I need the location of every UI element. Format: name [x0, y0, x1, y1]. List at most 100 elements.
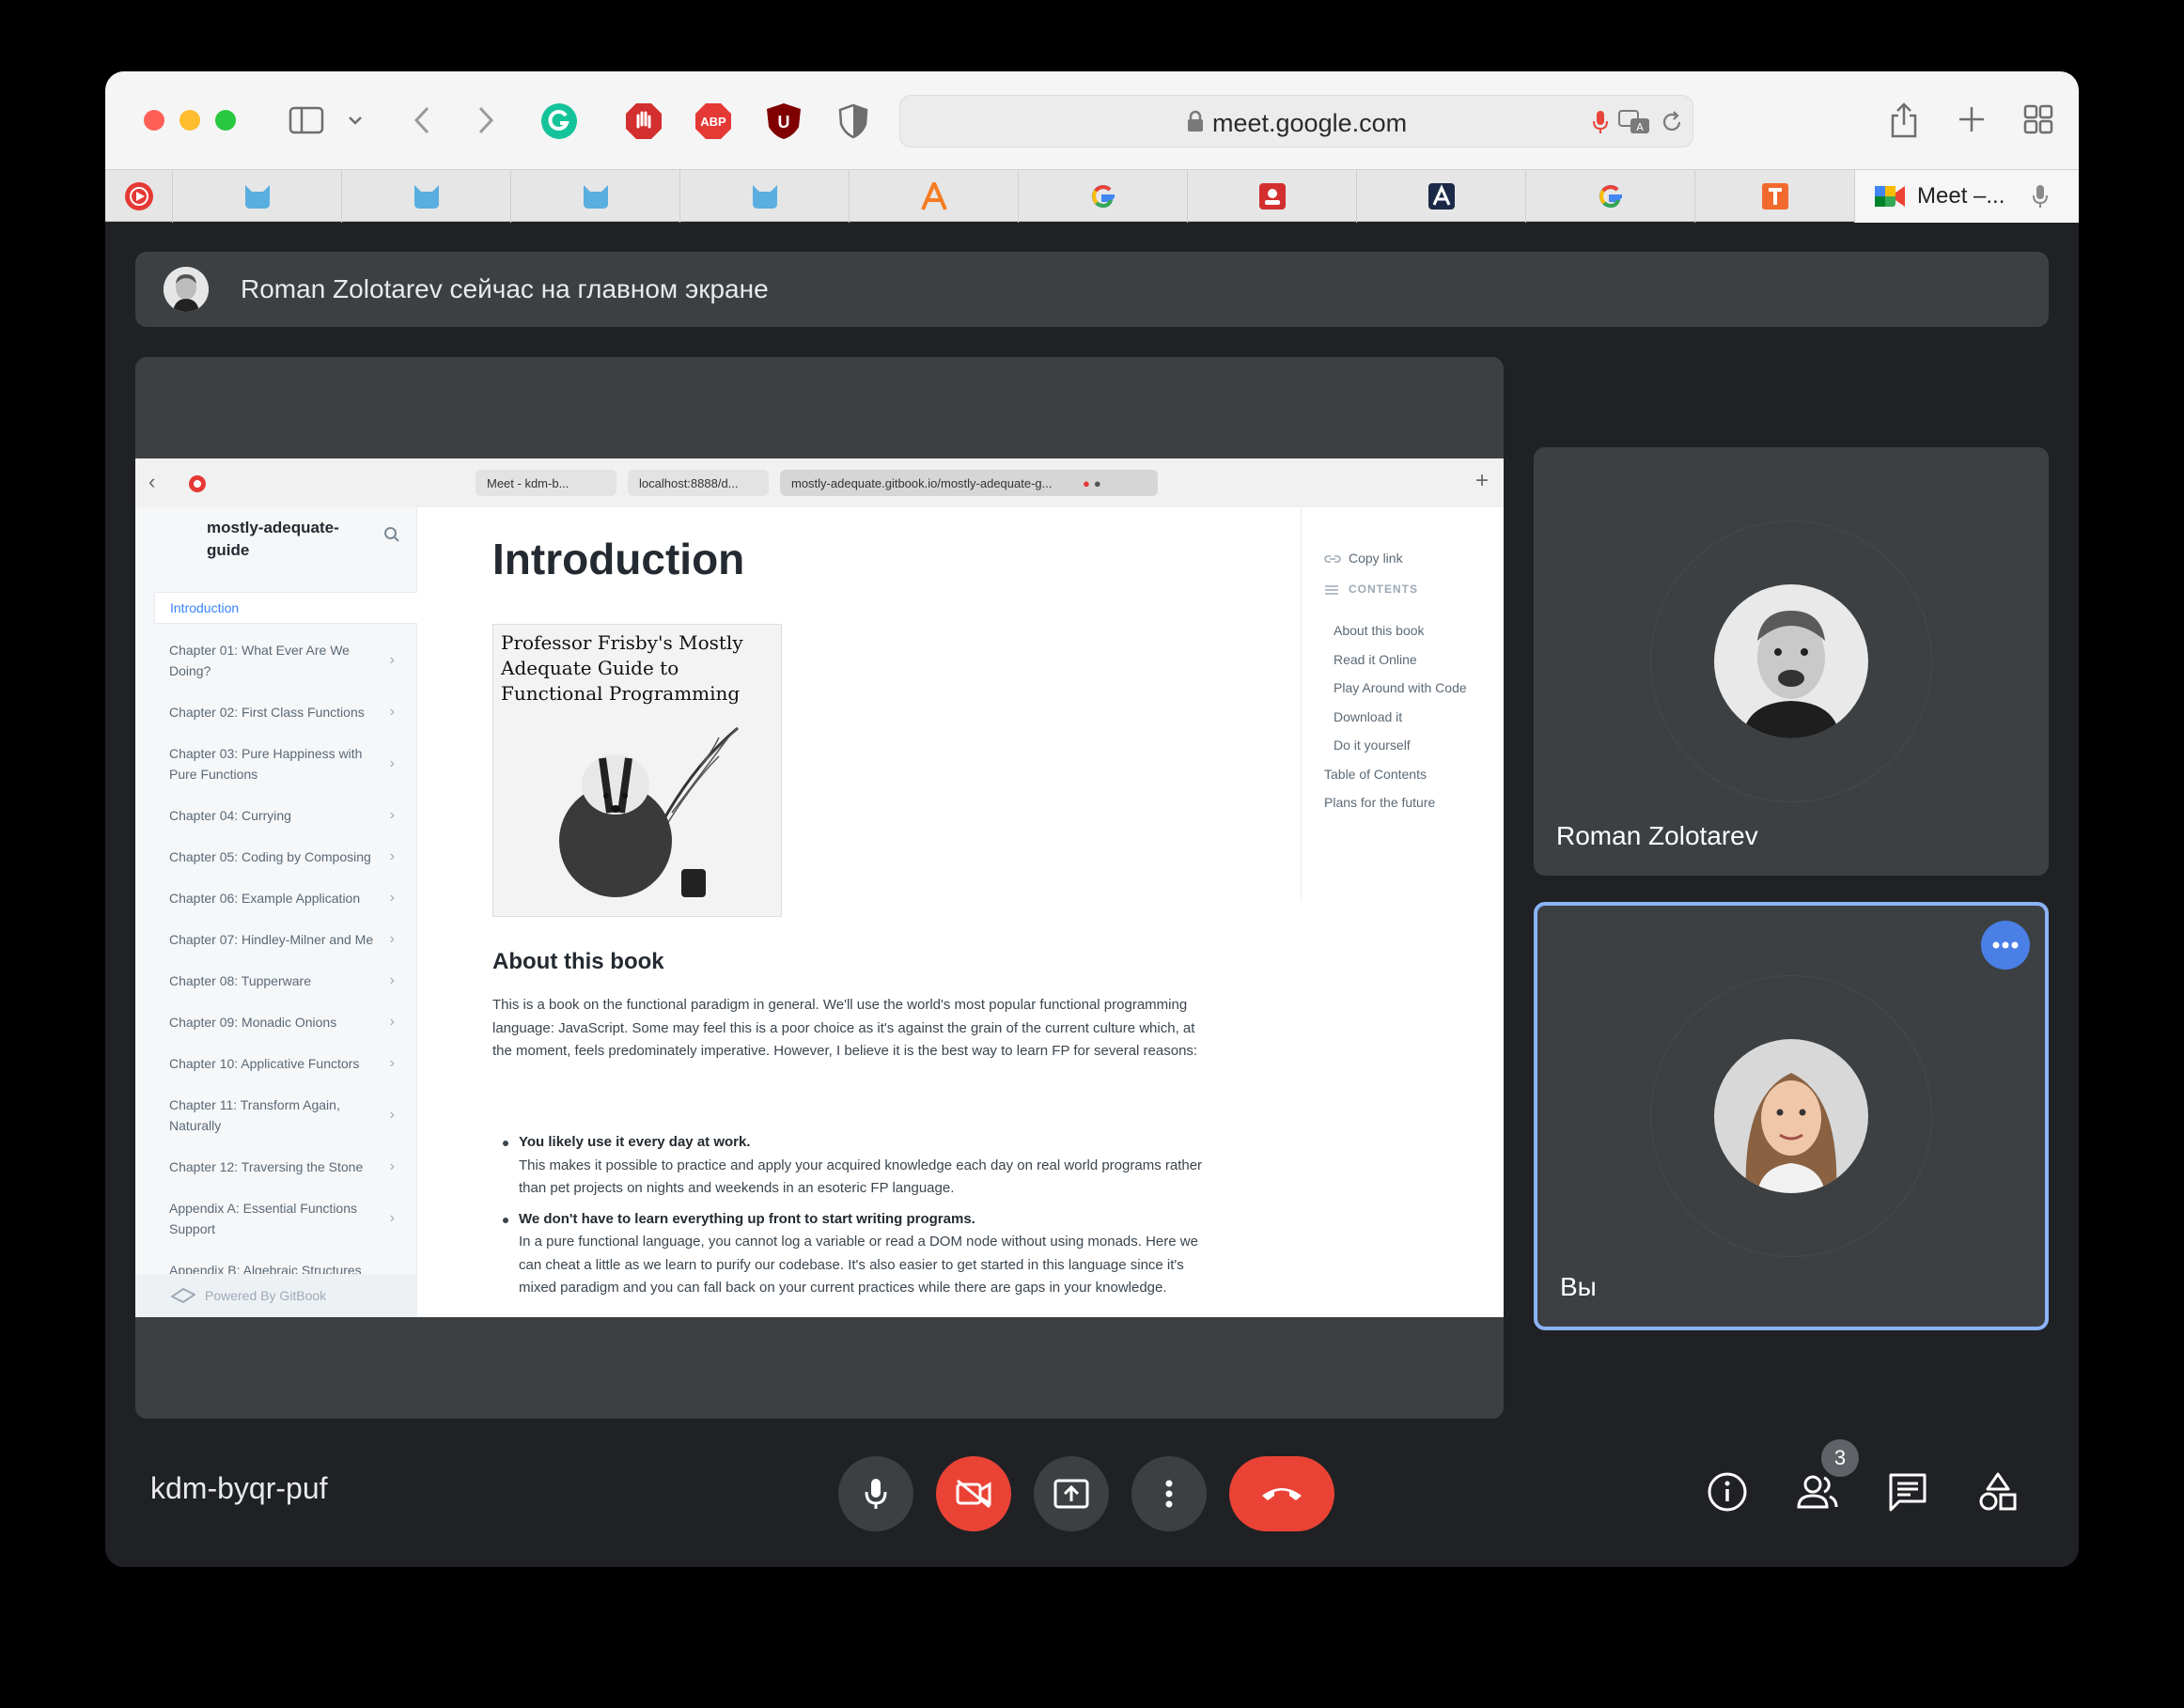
ublock-origin-icon[interactable]: U — [765, 102, 803, 140]
privacy-shield-icon[interactable] — [836, 102, 870, 140]
contact-card-icon — [1258, 183, 1286, 210]
meeting-details-button[interactable] — [1697, 1462, 1757, 1522]
chevron-right-icon: › — [389, 1055, 395, 1071]
participant-name: Вы — [1560, 1272, 1597, 1301]
cat-icon — [752, 185, 777, 209]
tab-pinned-4[interactable] — [680, 170, 850, 223]
present-screen-button[interactable] — [1034, 1456, 1109, 1531]
participant-tile-self[interactable]: Вы — [1534, 902, 2049, 1330]
presenter-banner: Roman Zolotarev сейчас на главном экране — [135, 252, 2049, 327]
nav-item: Chapter 04: Currying › — [154, 800, 417, 831]
activities-button[interactable] — [1968, 1462, 2028, 1522]
list-item: You likely use it every day at work. This… — [492, 1131, 1216, 1201]
google-icon — [1599, 185, 1622, 209]
shared-tab-close-icon: ● — [1093, 475, 1101, 490]
tab-meet-active[interactable]: Meet –... — [1855, 170, 2079, 223]
sidebar-toggle-icon[interactable] — [288, 105, 325, 135]
tab-pinned-5[interactable] — [850, 170, 1019, 223]
tab-pinned-7[interactable] — [1188, 170, 1357, 223]
tab-pinned-10[interactable] — [1695, 170, 1855, 223]
participant-name: Roman Zolotarev — [1556, 821, 1758, 850]
cat-icon — [413, 185, 439, 209]
new-tab-icon[interactable] — [1956, 103, 1988, 135]
tab-overview-icon[interactable] — [2022, 103, 2054, 135]
copy-link: Copy link — [1349, 551, 1403, 566]
share-icon[interactable] — [1887, 100, 1921, 141]
presenter-banner-text: Roman Zolotarev сейчас на главном экране — [241, 274, 769, 303]
minimize-window-button[interactable] — [179, 110, 200, 131]
url-text: meet.google.com — [1212, 109, 1408, 137]
letter-t-icon — [1761, 183, 1788, 210]
toc-item: About this book — [1334, 623, 1425, 638]
link-icon — [1324, 555, 1341, 563]
more-options-button[interactable] — [1981, 921, 2030, 970]
contents-label: CONTENTS — [1349, 582, 1418, 596]
nav-item-label: Chapter 01: What Ever Are We Doing? — [169, 643, 350, 678]
table-of-contents: Copy link CONTENTS About this book Read i… — [1301, 507, 1504, 902]
tab-pinned-3[interactable] — [511, 170, 680, 223]
cat-icon — [583, 185, 608, 209]
gitbook-logo-icon — [171, 1287, 195, 1304]
nav-item-label: Introduction — [170, 600, 240, 615]
video-off-icon — [956, 1479, 991, 1509]
nav-item: Chapter 06: Example Application › — [154, 883, 417, 913]
avatar — [1714, 1039, 1868, 1193]
participant-tile-roman[interactable]: Roman Zolotarev — [1534, 447, 2049, 876]
app-a-icon — [1427, 183, 1455, 210]
gitbook-sidebar: mostly-adequate-guide Introduction Chapte… — [135, 507, 417, 1317]
active-tab-title: Meet –... — [1917, 183, 2005, 209]
nav-item-label: Chapter 04: Currying — [169, 808, 291, 823]
nav-item-label: Chapter 07: Hindley-Milner and Me — [169, 932, 374, 947]
hang-up-icon — [1262, 1488, 1302, 1500]
tab-pinned-1[interactable] — [173, 170, 342, 223]
nav-item-label: Chapter 05: Coding by Composing — [169, 849, 371, 864]
adblock-plus-icon[interactable]: ABP — [694, 102, 732, 140]
chevron-right-icon: › — [389, 807, 395, 823]
more-vert-icon — [1165, 1480, 1173, 1508]
nav-item: Chapter 08: Tupperware › — [154, 966, 417, 996]
address-bar[interactable]: meet.google.com A — [899, 95, 1693, 148]
tab-bar: Meet –... — [105, 169, 2079, 223]
tab-microphone-icon[interactable] — [2033, 184, 2049, 209]
forward-icon[interactable] — [472, 103, 500, 137]
chat-button[interactable] — [1878, 1462, 1938, 1522]
reload-icon[interactable] — [1660, 109, 1684, 135]
presentation-stage: ‹ Meet - kdm-b... localhost:8888/d... mo… — [135, 357, 1504, 1419]
translate-icon[interactable]: A — [1618, 109, 1650, 135]
shared-tab-bar: ‹ Meet - kdm-b... localhost:8888/d... mo… — [135, 458, 1504, 507]
zoom-window-button[interactable] — [215, 110, 236, 131]
shared-tab-localhost: localhost:8888/d... — [628, 470, 769, 496]
stop-hand-extension-icon[interactable] — [625, 102, 663, 140]
intro-paragraph: This is a book on the functional paradig… — [492, 997, 1198, 1059]
nav-item: Chapter 09: Monadic Onions › — [154, 1007, 417, 1037]
chevron-right-icon: › — [389, 755, 395, 771]
list-item: We don't have to learn everything up fro… — [492, 1208, 1216, 1300]
microphone-icon — [865, 1479, 887, 1509]
tab-pinned-2[interactable] — [342, 170, 511, 223]
camera-off-button[interactable] — [936, 1456, 1011, 1531]
shapes-icon — [1979, 1472, 2017, 1511]
chevron-right-icon: › — [389, 652, 395, 668]
chevron-down-icon[interactable] — [346, 109, 365, 132]
nav-item-label: Chapter 06: Example Application — [169, 891, 361, 906]
close-window-button[interactable] — [144, 110, 164, 131]
microphone-in-use-icon[interactable] — [1591, 109, 1610, 135]
nav-item-label: Chapter 12: Traversing the Stone — [169, 1159, 364, 1174]
nav-item-label: Chapter 09: Monadic Onions — [169, 1015, 337, 1030]
leave-call-button[interactable] — [1229, 1456, 1334, 1531]
back-icon[interactable] — [408, 103, 436, 137]
tab-google-1[interactable] — [1019, 170, 1188, 223]
browser-toolbar: ABP U meet.google.com A — [105, 71, 2079, 169]
more-options-toolbar-button[interactable] — [1131, 1456, 1207, 1531]
tab-pinned-8[interactable] — [1357, 170, 1526, 223]
badger-illustration — [559, 726, 739, 897]
cat-icon — [244, 185, 270, 209]
grammarly-extension-icon[interactable] — [540, 102, 578, 140]
toc-item: Plans for the future — [1324, 795, 1436, 810]
contents-list-icon — [1325, 585, 1338, 595]
tab-google-2[interactable] — [1526, 170, 1695, 223]
shared-screen: ‹ Meet - kdm-b... localhost:8888/d... mo… — [135, 458, 1504, 1317]
chevron-right-icon: › — [389, 1014, 395, 1030]
tab-youtube[interactable] — [105, 170, 173, 223]
microphone-button[interactable] — [838, 1456, 913, 1531]
